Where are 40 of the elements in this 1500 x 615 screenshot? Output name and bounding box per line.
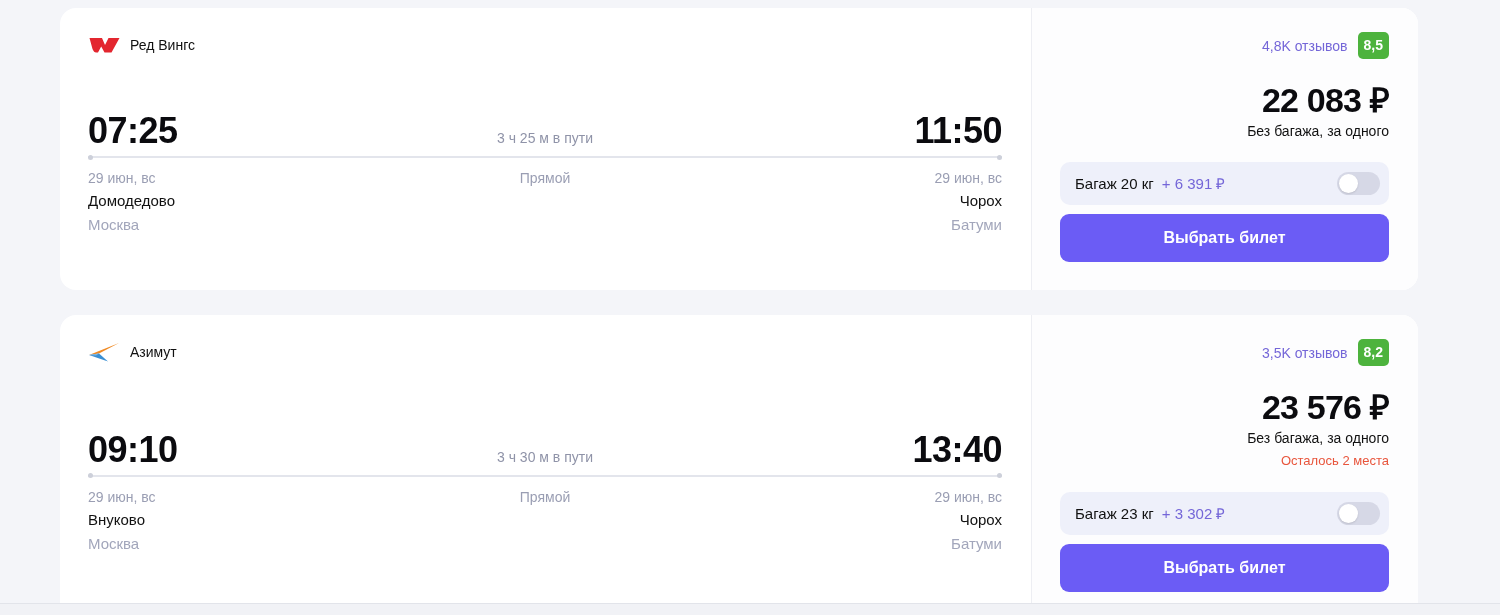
ticket-price: 22 083 ₽ bbox=[1261, 81, 1389, 119]
baggage-toggle[interactable] bbox=[1337, 502, 1380, 525]
airline-logo-icon bbox=[88, 37, 120, 53]
rating-badge: 8,5 bbox=[1357, 32, 1389, 59]
flight-duration: 3 ч 30 м в пути bbox=[497, 447, 593, 466]
arrival-airport: Чорох bbox=[959, 191, 1002, 211]
baggage-price: + 3 302 ₽ bbox=[1161, 503, 1226, 524]
select-ticket-button[interactable]: Выбрать билет bbox=[1060, 544, 1389, 592]
rating-badge: 8,2 bbox=[1357, 339, 1389, 366]
select-ticket-button[interactable]: Выбрать билет bbox=[1060, 214, 1389, 262]
price-note: Без багажа, за одного bbox=[1247, 122, 1389, 140]
arrival-time: 13:40 bbox=[912, 428, 1002, 470]
flight-duration: 3 ч 25 м в пути bbox=[497, 129, 593, 147]
seats-left-label: Осталось 2 места bbox=[1280, 452, 1389, 470]
ticket-price: 23 576 ₽ bbox=[1261, 388, 1389, 426]
arrival-city: Батуми bbox=[951, 533, 1002, 554]
departure-time: 07:25 bbox=[88, 110, 178, 151]
reviews-link[interactable]: 3,5K отзывов bbox=[1261, 343, 1348, 362]
departure-city: Москва bbox=[88, 215, 140, 235]
price-note: Без багажа, за одного bbox=[1247, 429, 1389, 447]
departure-airport: Внуково bbox=[88, 509, 145, 530]
departure-airport: Домодедово bbox=[88, 191, 175, 211]
departure-date: 29 июн, вс bbox=[88, 169, 156, 187]
stops-label: Прямой bbox=[519, 169, 571, 187]
arrival-time: 11:50 bbox=[914, 110, 1002, 151]
arrival-airport: Чорох bbox=[959, 509, 1002, 530]
airline-name: Ред Вингс bbox=[130, 36, 195, 54]
baggage-price: + 6 391 ₽ bbox=[1161, 173, 1226, 194]
arrival-date: 29 июн, вс bbox=[934, 169, 1002, 187]
airline-name: Азимут bbox=[130, 343, 177, 361]
baggage-toggle[interactable] bbox=[1337, 172, 1380, 195]
reviews-link[interactable]: 4,8K отзывов bbox=[1261, 36, 1348, 55]
departure-city: Москва bbox=[88, 533, 140, 554]
arrival-date: 29 июн, вс bbox=[934, 487, 1002, 506]
baggage-label: Багаж 23 кг bbox=[1075, 503, 1154, 524]
arrival-city: Батуми bbox=[951, 215, 1002, 235]
stops-label: Прямой bbox=[519, 487, 571, 506]
departure-date: 29 июн, вс bbox=[88, 487, 156, 506]
baggage-label: Багаж 20 кг bbox=[1075, 173, 1154, 194]
departure-time: 09:10 bbox=[88, 428, 178, 470]
